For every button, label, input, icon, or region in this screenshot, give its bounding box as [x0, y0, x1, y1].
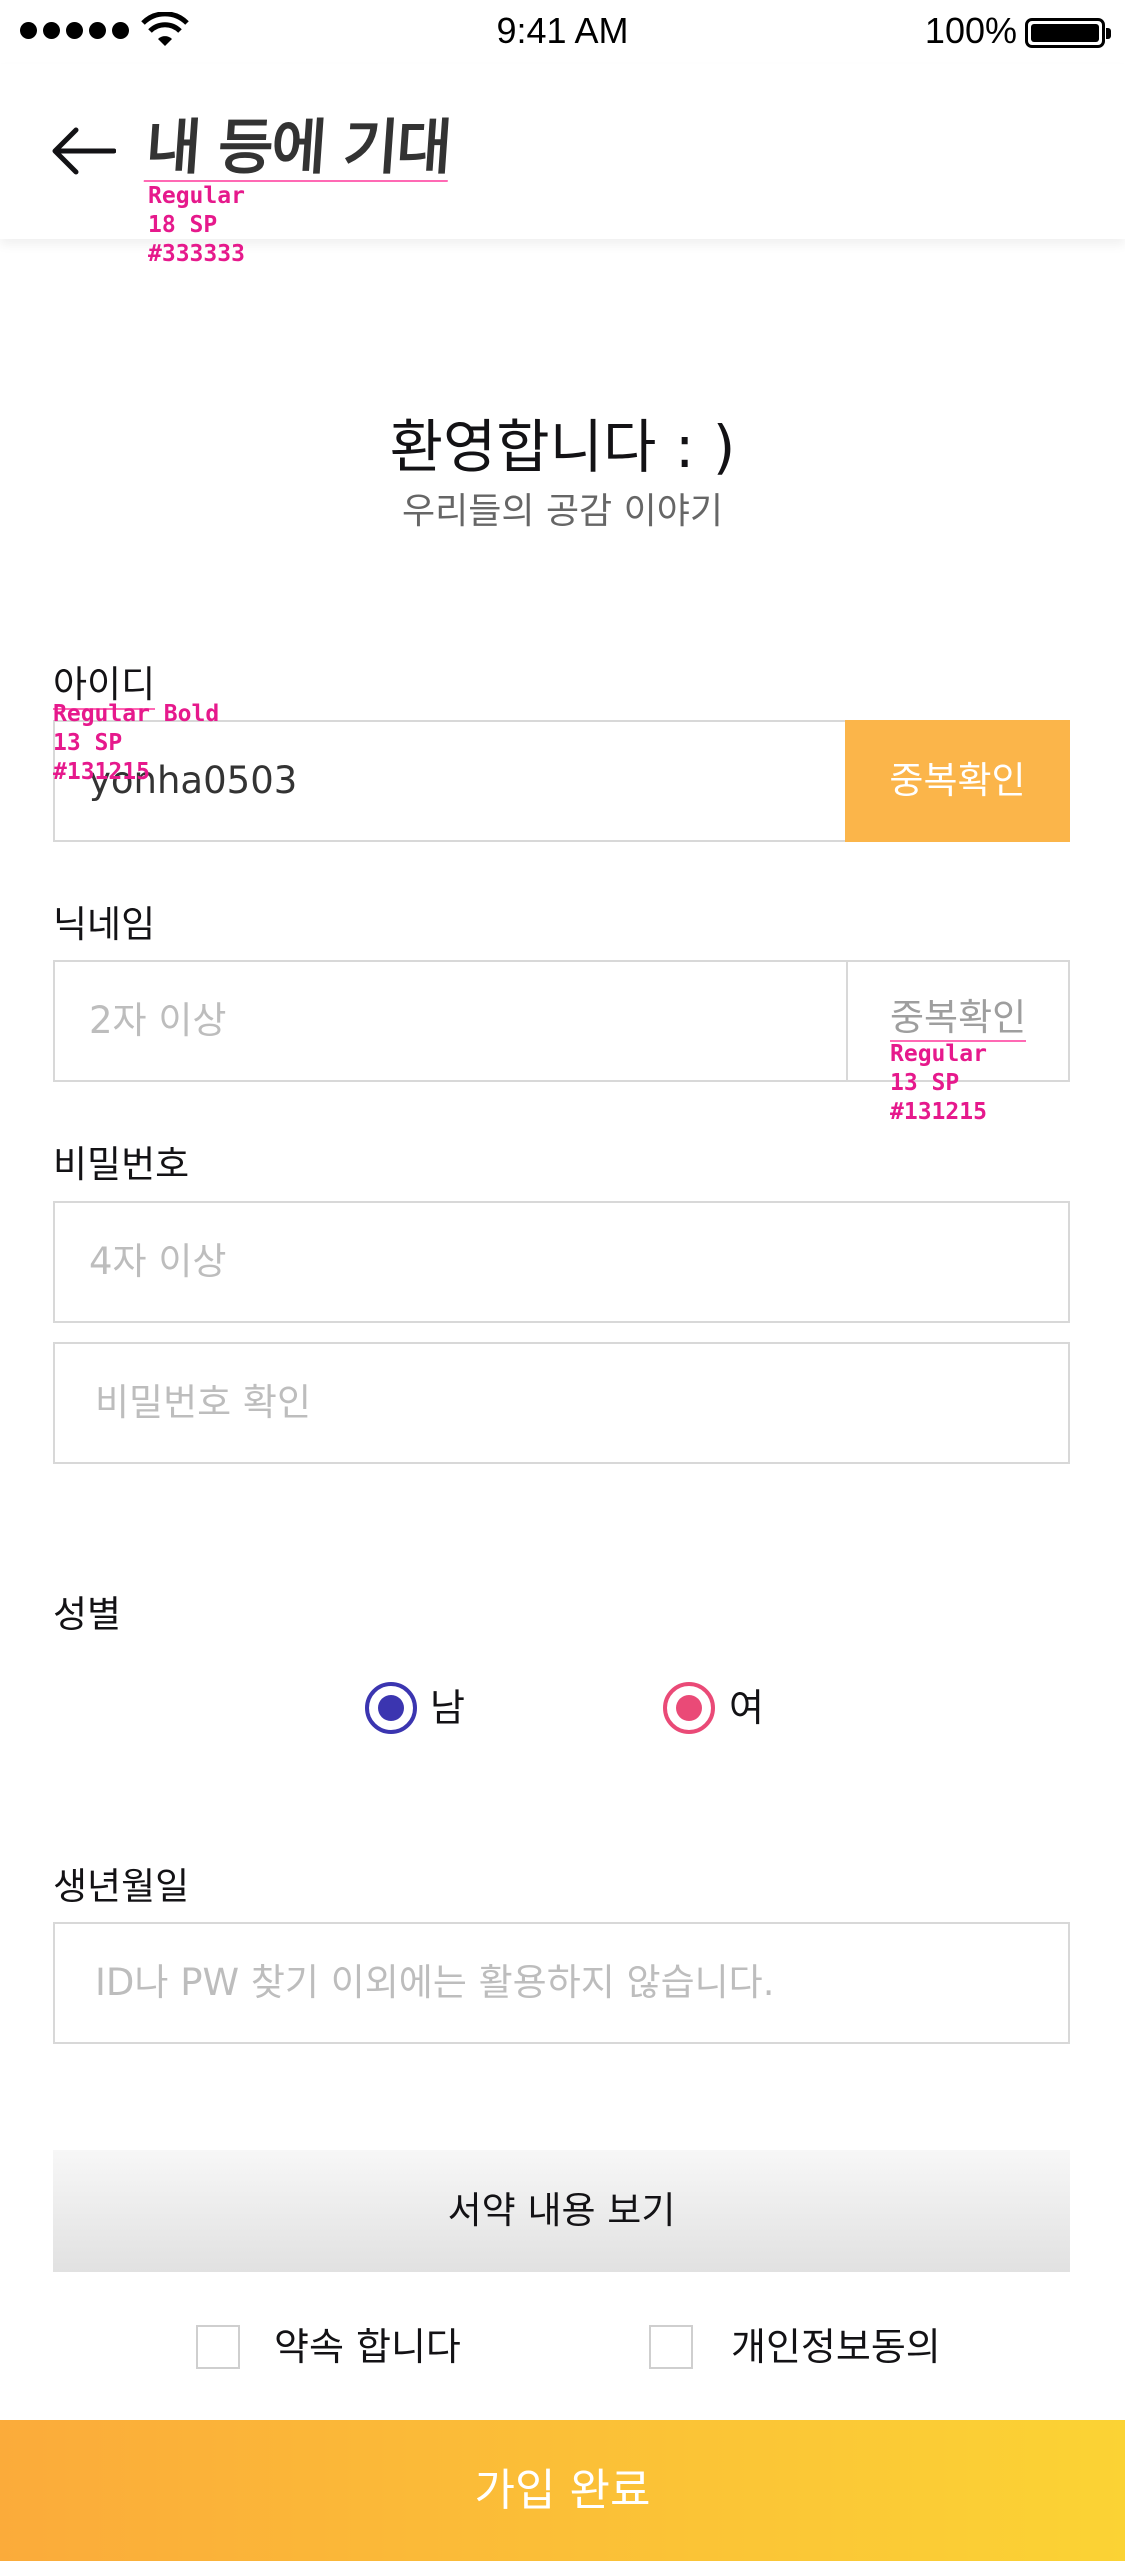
password-confirm-field[interactable]: 비밀번호 확인: [53, 1342, 1070, 1464]
spec-annotation-button: Regular 13 SP #131215: [890, 1041, 987, 1125]
password-placeholder[interactable]: 4자 이상: [89, 1203, 226, 1321]
agree-promise-checkbox[interactable]: [196, 2325, 240, 2369]
spec-annotation-label: Regular Bold 13 SP #131215: [53, 701, 220, 785]
gender-label: 성별: [53, 1593, 122, 1636]
agree-privacy-label[interactable]: 개인정보동의: [731, 2320, 941, 2374]
agree-privacy-checkbox[interactable]: [649, 2325, 693, 2369]
id-check-button[interactable]: 중복확인: [845, 720, 1070, 842]
password-label: 비밀번호: [53, 1143, 190, 1186]
gender-female-label[interactable]: 여: [729, 1682, 764, 1734]
status-bar: 9:41 AM 100%: [0, 0, 1125, 64]
welcome-title: 환영합니다 : ): [389, 413, 736, 481]
password-confirm-placeholder[interactable]: 비밀번호 확인: [95, 1344, 311, 1462]
nickname-placeholder[interactable]: 2자 이상: [89, 962, 226, 1080]
birthdate-placeholder[interactable]: ID나 PW 찾기 이외에는 활용하지 않습니다.: [95, 1924, 774, 2042]
password-field[interactable]: 4자 이상: [53, 1201, 1070, 1323]
back-arrow-icon[interactable]: [50, 126, 116, 176]
gender-male-radio[interactable]: [365, 1682, 417, 1734]
gender-male-label[interactable]: 남: [430, 1682, 465, 1734]
spec-annotation-title: Regular 18 SP #333333: [148, 183, 245, 267]
gender-female-radio[interactable]: [663, 1682, 715, 1734]
app-title: 내 등에 기대: [143, 113, 453, 183]
submit-button[interactable]: 가입 완료: [0, 2420, 1125, 2561]
agree-promise-label[interactable]: 약속 합니다: [274, 2320, 461, 2374]
view-terms-button[interactable]: 서약 내용 보기: [53, 2150, 1070, 2272]
battery-icon: [1025, 18, 1111, 48]
nickname-check-label: 중복확인: [890, 996, 1027, 1042]
nickname-label: 닉네임: [53, 903, 156, 946]
birthdate-label: 생년월일: [53, 1865, 190, 1908]
welcome-subtitle: 우리들의 공감 이야기: [402, 491, 723, 532]
battery-percent: 100%: [924, 10, 1017, 51]
birthdate-field[interactable]: ID나 PW 찾기 이외에는 활용하지 않습니다.: [53, 1922, 1070, 2044]
